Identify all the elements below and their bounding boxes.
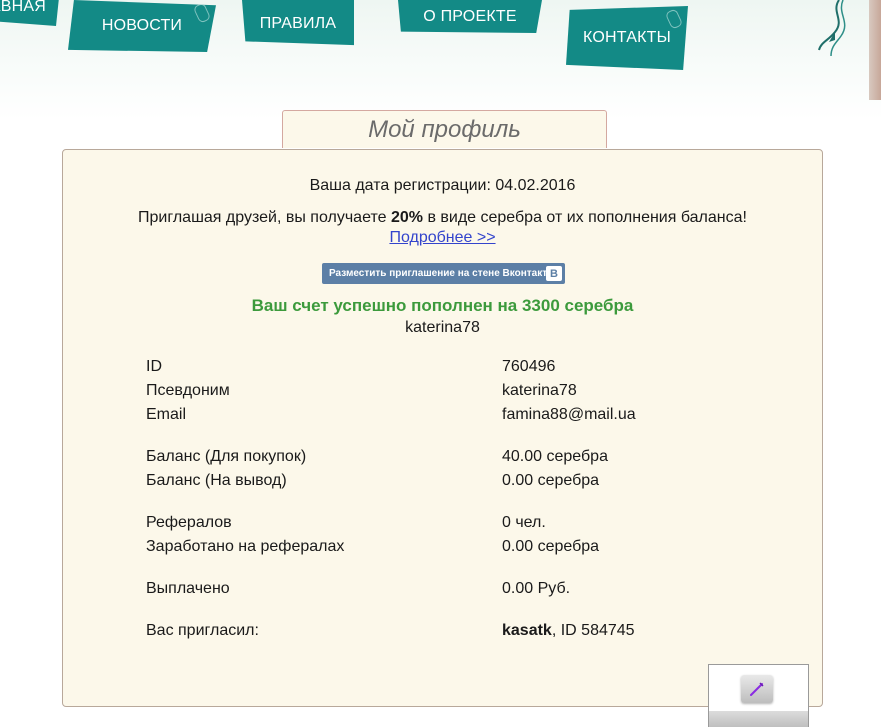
- pin-icon: [664, 8, 684, 30]
- detail-label: Баланс (Для покупок): [146, 448, 307, 465]
- registration-date: Ваша дата регистрации: 04.02.2016: [63, 177, 822, 195]
- detail-value: katerina78: [502, 382, 577, 399]
- inviter-name: kasatk: [502, 622, 552, 639]
- nav-about[interactable]: О ПРОЕКТЕ: [398, 0, 542, 33]
- invite-info: Приглашая друзей, вы получаете 20% в вид…: [63, 209, 822, 227]
- vk-share-label: Разместить приглашение на стене Вконтакт…: [329, 268, 553, 279]
- nav-about-label: О ПРОЕКТЕ: [423, 7, 517, 25]
- detail-value: 0.00 Руб.: [502, 580, 571, 597]
- more-link-row: Подробнее >>: [63, 229, 822, 247]
- inviter-id: , ID 584745: [551, 622, 635, 639]
- detail-label: Email: [146, 406, 187, 423]
- more-info-link[interactable]: Подробнее >>: [389, 229, 495, 246]
- profile-title-tab: Мой профиль: [282, 110, 607, 148]
- detail-value: 40.00 серебра: [502, 448, 608, 465]
- nav-rules-label: ПРАВИЛА: [259, 14, 337, 32]
- nav-news[interactable]: НОВОСТИ: [68, 0, 216, 52]
- detail-label: Псевдоним: [146, 382, 230, 399]
- detail-label: Рефералов: [146, 514, 232, 531]
- pin-icon: [192, 2, 212, 24]
- detail-label: Вас пригласил:: [146, 622, 259, 639]
- vk-share-button[interactable]: Разместить приглашение на стене Вконтакт…: [322, 263, 565, 284]
- success-message: Ваш счет успешно пополнен на 3300 серебр…: [251, 296, 634, 315]
- detail-label: Выплачено: [146, 580, 230, 597]
- profile-panel: Ваша дата регистрации: 04.02.2016 Пригла…: [62, 149, 823, 707]
- edit-widget-button[interactable]: [741, 675, 773, 703]
- invite-percent: 20%: [390, 209, 423, 226]
- nav-home-label: ГЛАВНАЯ: [0, 0, 46, 15]
- detail-value: 0 чел.: [502, 514, 546, 531]
- pen-icon: [750, 682, 764, 696]
- page-title: Мой профиль: [368, 115, 521, 143]
- detail-value: famina88@mail.ua: [502, 406, 636, 423]
- invite-text-after: в виде серебра от их пополнения баланса!: [427, 209, 747, 226]
- page-edge-decoration: [869, 0, 881, 100]
- detail-label: Баланс (На вывод): [146, 472, 287, 489]
- detail-label: Заработано на рефералах: [146, 538, 345, 555]
- widget-strip: [709, 711, 808, 727]
- nav-rules[interactable]: ПРАВИЛА: [242, 0, 354, 46]
- detail-value: 0.00 серебра: [502, 472, 600, 489]
- ribbon-decoration-icon: [818, 0, 846, 57]
- detail-value: 760496: [502, 358, 556, 375]
- nav-news-label: НОВОСТИ: [101, 17, 183, 34]
- nav-home[interactable]: ГЛАВНАЯ: [0, 0, 60, 26]
- invite-text-before: Приглашая друзей, вы получаете: [138, 209, 387, 226]
- floating-widget: [708, 664, 809, 727]
- nav-contacts-label: КОНТАКТЫ: [583, 29, 671, 46]
- detail-value: kasatk, ID 584745: [502, 622, 635, 640]
- registration-date-label: Ваша дата регистрации:: [309, 177, 491, 194]
- vk-logo-icon: B: [546, 266, 562, 281]
- detail-value: 0.00 серебра: [502, 538, 600, 555]
- username: katerina78: [405, 319, 480, 336]
- nav-contacts[interactable]: КОНТАКТЫ: [566, 6, 688, 70]
- registration-date-value: 04.02.2016: [495, 177, 576, 194]
- detail-label: ID: [146, 358, 162, 375]
